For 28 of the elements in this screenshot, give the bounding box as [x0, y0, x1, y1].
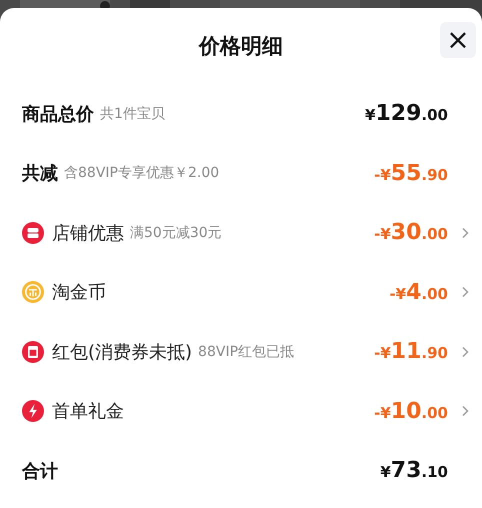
row-label: 共减	[22, 162, 58, 186]
row-label: 淘金币	[52, 281, 106, 304]
price-amount: ¥129.00	[365, 101, 448, 126]
chevron-icon[interactable]	[461, 226, 469, 239]
store-icon	[22, 222, 44, 244]
coin-icon	[22, 281, 44, 304]
row-note: 含88VIP专享优惠￥2.00	[64, 164, 220, 182]
row-label: 红包(消费券未抵)	[52, 340, 192, 364]
row-label: 商品总价	[22, 102, 94, 126]
price-amount: ¥73.10	[380, 458, 448, 484]
row-label: 合计	[22, 460, 58, 483]
price-amount: -¥4.00	[389, 280, 448, 305]
chevron-icon[interactable]	[461, 346, 469, 358]
chevron-icon[interactable]	[461, 405, 469, 418]
close-button[interactable]: ×	[440, 22, 476, 58]
price-amount: -¥11.90	[374, 339, 448, 364]
row-label: 首单礼金	[52, 400, 124, 424]
row-note: 满50元减30元	[130, 224, 222, 242]
price-amount: -¥55.90	[374, 160, 448, 186]
envelope-icon	[22, 340, 44, 363]
chevron-icon[interactable]	[461, 286, 469, 298]
price-amount: -¥10.00	[374, 398, 448, 424]
row-label: 店铺优惠	[52, 222, 124, 245]
row-note: 88VIP红包已抵	[198, 342, 294, 361]
sheet-title: 价格明细	[199, 33, 283, 60]
row-note: 共1件宝贝	[100, 104, 165, 123]
price-amount: -¥30.00	[374, 220, 448, 246]
lightning-icon	[22, 400, 44, 422]
